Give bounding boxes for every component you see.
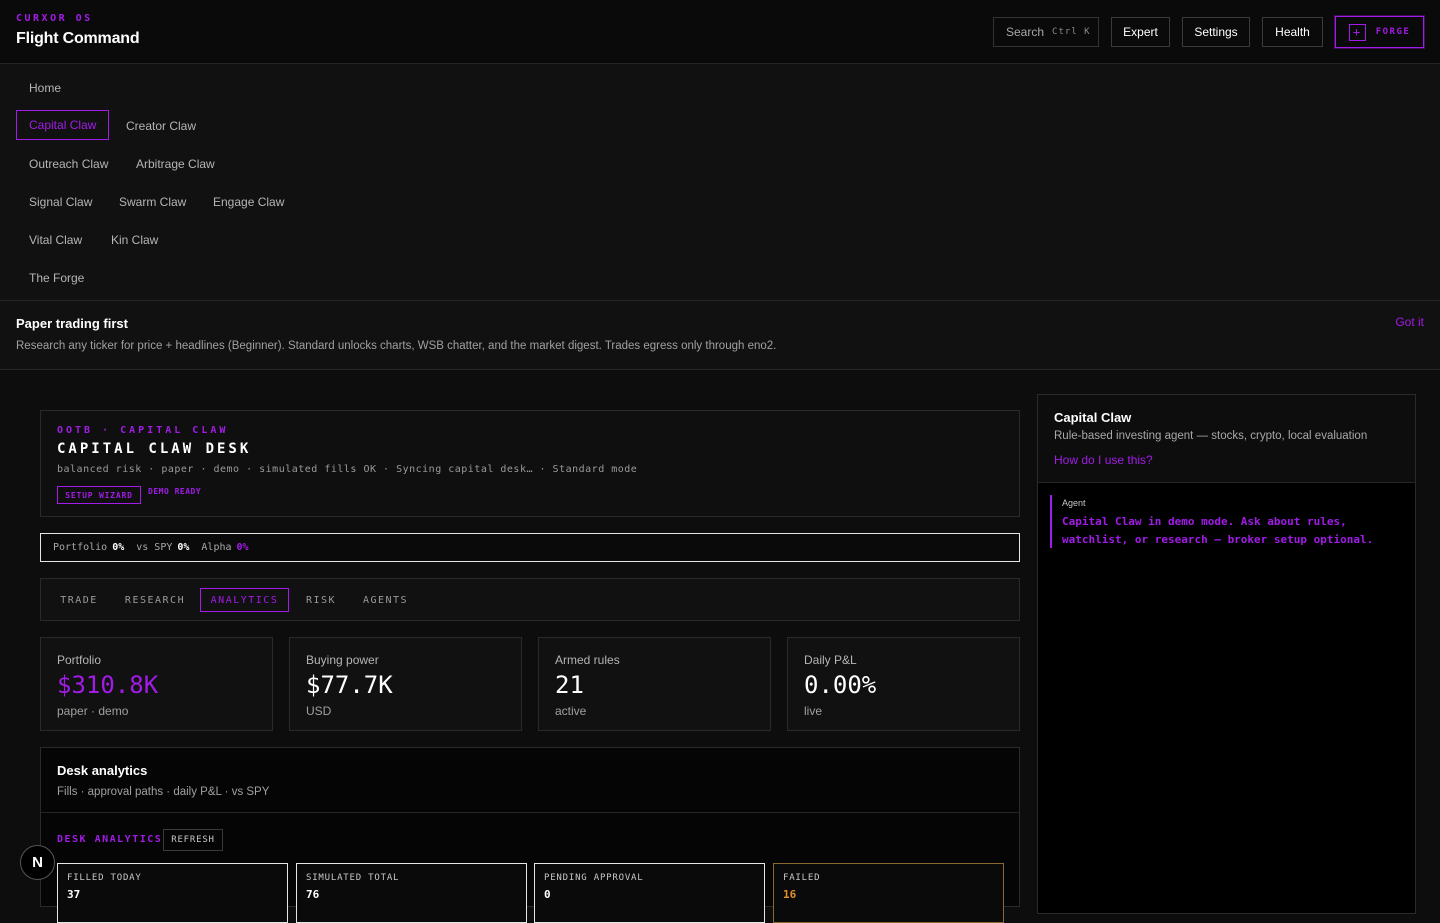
stat-value: 21 (555, 671, 584, 699)
settings-button[interactable]: Settings (1182, 17, 1250, 47)
main-content: OOTB · CAPITAL CLAW CAPITAL CLAW DESK ba… (0, 370, 1440, 923)
nav-item-capital-claw[interactable]: Capital Claw (16, 110, 110, 140)
nav-item-home[interactable]: Home (29, 73, 61, 103)
stat-card-daily-pnl: Daily P&L 0.00% live (787, 637, 1020, 731)
metric-filled-today: FILLED TODAY 37 (57, 863, 288, 923)
tab-analytics[interactable]: ANALYTICS (200, 588, 289, 612)
desk-tabs: TRADE RESEARCH ANALYTICS RISK AGENTS (40, 578, 1020, 621)
nav-item-swarm-claw[interactable]: Swarm Claw (119, 187, 186, 217)
metric-simulated-total: SIMULATED TOTAL 76 (296, 863, 527, 923)
expert-button[interactable]: Expert (1111, 17, 1170, 47)
nav-item-arbitrage-claw[interactable]: Arbitrage Claw (136, 149, 215, 179)
desk-kicker: OOTB · CAPITAL CLAW (57, 425, 229, 436)
nav-item-outreach-claw[interactable]: Outreach Claw (29, 149, 108, 179)
analytics-section-label: DESK ANALYTICS (57, 834, 163, 845)
side-panel-title: Capital Claw (1054, 410, 1132, 425)
agent-side-panel: Capital Claw Rule-based investing agent … (1037, 394, 1416, 914)
portfolio-perf-value: 0% (112, 542, 125, 553)
stat-label: Daily P&L (804, 653, 857, 667)
claw-nav: Home Capital Claw Creator Claw Outreach … (0, 64, 1440, 301)
nav-item-creator-claw[interactable]: Creator Claw (126, 111, 196, 141)
metric-value: 76 (306, 888, 320, 901)
top-bar: CURXOR OS Flight Command Search Ctrl K E… (0, 0, 1440, 64)
banner-title: Paper trading first (16, 316, 128, 331)
tab-research[interactable]: RESEARCH (125, 588, 184, 612)
forge-button[interactable]: + FORGE (1335, 16, 1424, 48)
alpha-label: Alpha (201, 542, 232, 553)
stat-label: Portfolio (57, 653, 102, 667)
tab-trade[interactable]: TRADE (60, 588, 96, 612)
metric-value: 16 (783, 888, 797, 901)
stat-card-armed-rules: Armed rules 21 active (538, 637, 771, 731)
setup-wizard-button[interactable]: SETUP WIZARD (57, 486, 141, 504)
stat-label: Armed rules (555, 653, 620, 667)
metric-label: SIMULATED TOTAL (306, 873, 400, 883)
search-shortcut: Ctrl K (1052, 27, 1091, 37)
tab-risk[interactable]: RISK (306, 588, 336, 612)
stat-value: 0.00% (804, 671, 877, 699)
got-it-button[interactable]: Got it (1395, 315, 1424, 329)
desk-analytics-panel: Desk analytics Fills · approval paths · … (40, 747, 1020, 923)
brand-os-label: CURXOR OS (16, 13, 93, 24)
side-panel-subtitle: Rule-based investing agent — stocks, cry… (1054, 430, 1368, 442)
stat-sub: paper · demo (57, 704, 129, 718)
refresh-button[interactable]: REFRESH (163, 829, 223, 851)
stat-value: $77.7K (306, 671, 393, 699)
next-dev-badge-icon[interactable]: N (20, 845, 55, 880)
how-to-use-link[interactable]: How do I use this? (1054, 453, 1153, 467)
stat-card-portfolio: Portfolio $310.8K paper · demo (40, 637, 273, 731)
metric-failed: FAILED 16 (773, 863, 1004, 923)
agent-message: Agent Capital Claw in demo mode. Ask abo… (1050, 495, 1390, 548)
demo-ready-status: DEMO READY (148, 487, 202, 496)
stat-sub: active (555, 704, 587, 718)
stat-value: $310.8K (57, 671, 159, 699)
spy-perf-label: vs SPY (136, 542, 173, 553)
performance-bar: Portfolio 0% vs SPY 0% Alpha 0% (40, 533, 1020, 562)
metric-value: 0 (544, 888, 551, 901)
desk-meta: balanced risk · paper · demo · simulated… (57, 464, 638, 475)
nav-item-engage-claw[interactable]: Engage Claw (213, 187, 284, 217)
agent-message-text: Capital Claw in demo mode. Ask about rul… (1062, 515, 1374, 546)
agent-label: Agent (1062, 498, 1086, 508)
alpha-value: 0% (236, 542, 249, 553)
spy-perf-value: 0% (177, 542, 190, 553)
desk-card: OOTB · CAPITAL CLAW CAPITAL CLAW DESK ba… (40, 410, 1020, 517)
metric-label: FAILED (783, 873, 821, 883)
metric-label: FILLED TODAY (67, 873, 142, 883)
paper-trading-banner: Paper trading first Research any ticker … (0, 301, 1440, 370)
metric-value: 37 (67, 888, 81, 901)
plus-icon: + (1348, 23, 1366, 41)
nav-item-vital-claw[interactable]: Vital Claw (29, 225, 82, 255)
analytics-subtitle: Fills · approval paths · daily P&L · vs … (57, 786, 270, 798)
stat-sub: USD (306, 704, 332, 718)
divider (41, 812, 1019, 813)
nav-item-signal-claw[interactable]: Signal Claw (29, 187, 92, 217)
stat-label: Buying power (306, 653, 379, 667)
search-label: Search (1006, 25, 1045, 39)
tab-agents[interactable]: AGENTS (363, 588, 407, 612)
metric-pending-approval: PENDING APPROVAL 0 (534, 863, 765, 923)
health-button[interactable]: Health (1262, 17, 1323, 47)
search-button[interactable]: Search Ctrl K (993, 17, 1099, 47)
nav-item-the-forge[interactable]: The Forge (29, 263, 84, 293)
stat-card-buying-power: Buying power $77.7K USD (289, 637, 522, 731)
app-title: Flight Command (16, 30, 140, 47)
desk-title: CAPITAL CLAW DESK (57, 441, 252, 457)
banner-text: Research any ticker for price + headline… (16, 340, 777, 352)
forge-label: FORGE (1375, 27, 1411, 37)
side-panel-header: Capital Claw Rule-based investing agent … (1038, 395, 1415, 483)
stat-sub: live (804, 704, 823, 718)
analytics-title: Desk analytics (57, 763, 148, 778)
nav-item-kin-claw[interactable]: Kin Claw (111, 225, 158, 255)
portfolio-perf-label: Portfolio (53, 542, 108, 553)
metric-label: PENDING APPROVAL (544, 873, 644, 883)
